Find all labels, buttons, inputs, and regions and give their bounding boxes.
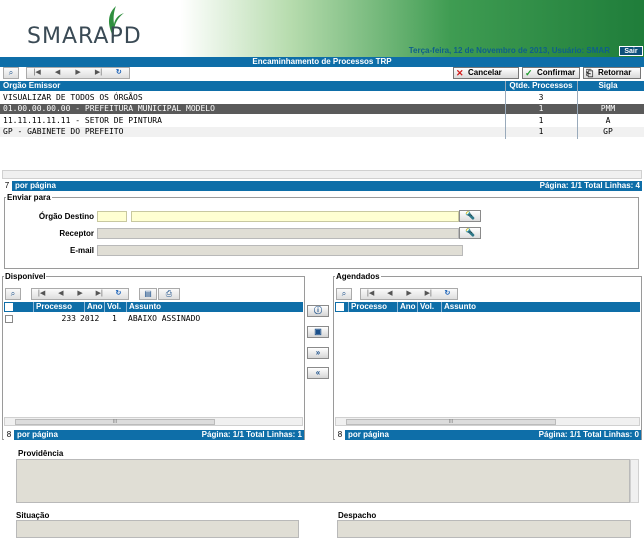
despacho-field[interactable]: [337, 520, 631, 538]
disponivel-legend: Disponível: [4, 272, 47, 281]
situacao-field[interactable]: [16, 520, 299, 538]
orgao-grid-pager: 7 por página Página: 1/1 Total Linhas: 4: [2, 181, 642, 191]
disponivel-grid-header: Processo Ano Vol. Assunto: [4, 302, 303, 312]
last-page-icon[interactable]: ▶|: [88, 68, 108, 78]
column-divider: [577, 81, 578, 139]
prev-page-icon[interactable]: ◀: [380, 289, 399, 299]
next-page-icon[interactable]: ▶: [68, 68, 88, 78]
orgao-destino-name-input[interactable]: [131, 211, 459, 222]
per-page-select[interactable]: 7: [2, 181, 12, 191]
providencia-vscrollbar[interactable]: [630, 459, 639, 503]
agendados-navigator: |◀ ◀ ▶ ▶| ↻: [360, 288, 458, 300]
prev-page-icon[interactable]: ◀: [51, 289, 70, 299]
disponivel-hscrollbar[interactable]: III: [4, 417, 303, 426]
table-row[interactable]: 11.11.11.11.11 - SETOR DE PINTURA 1 A: [0, 116, 644, 126]
per-page-select[interactable]: 8: [4, 430, 14, 440]
check-icon: ✓: [525, 68, 533, 78]
return-button[interactable]: ⎗ Retornar: [583, 67, 641, 79]
per-page-select[interactable]: 8: [335, 430, 345, 440]
select-all-checkbox[interactable]: [5, 303, 13, 311]
enviar-para-legend: Enviar para: [6, 193, 52, 202]
move-all-right-button[interactable]: »: [307, 347, 329, 359]
receptor-lookup-button[interactable]: 🔦: [459, 227, 481, 239]
table-row[interactable]: 233 2012 1 ABAIXO ASSINADO: [4, 314, 303, 324]
column-divider: [505, 81, 506, 139]
select-all-checkbox[interactable]: [336, 303, 344, 311]
double-chevron-right-icon: »: [315, 348, 321, 357]
despacho-label: Despacho: [338, 511, 377, 520]
binoculars-icon[interactable]: ⌕: [5, 288, 21, 300]
refresh-icon[interactable]: ↻: [438, 289, 457, 299]
flashlight-icon: 🔦: [465, 211, 475, 220]
refresh-icon[interactable]: ↻: [109, 289, 128, 299]
grid-navigator: |◀ ◀ ▶ ▶| ↻: [26, 67, 130, 79]
prev-page-icon[interactable]: ◀: [47, 68, 67, 78]
agendados-legend: Agendados: [335, 272, 381, 281]
pager-info: Página: 1/1 Total Linhas: 1: [201, 430, 302, 439]
orgao-destino-lookup-button[interactable]: 🔦: [459, 210, 481, 222]
refresh-icon[interactable]: ↻: [109, 68, 129, 78]
col-sigla[interactable]: Sigla: [578, 81, 638, 91]
last-page-icon[interactable]: ▶|: [419, 289, 438, 299]
binoculars-icon[interactable]: ⌕: [336, 288, 352, 300]
agendados-grid-header: Processo Ano Vol. Assunto: [335, 302, 640, 312]
double-chevron-left-icon: «: [315, 368, 321, 377]
agendados-fieldset: [333, 276, 642, 440]
first-page-icon[interactable]: |◀: [361, 289, 380, 299]
binoculars-icon[interactable]: ⌕: [3, 67, 19, 79]
col-orgao-emissor[interactable]: Orgão Emissor: [3, 81, 60, 91]
col-qtde-processos[interactable]: Qtde. Processos: [506, 81, 576, 91]
return-door-icon: ⎗: [586, 68, 594, 78]
disponivel-pager: 8 por página Página: 1/1 Total Linhas: 1: [4, 430, 304, 440]
pager-info: Página: 1/1 Total Linhas: 0: [538, 430, 639, 439]
disponivel-fieldset: [2, 276, 305, 440]
x-icon: ✕: [456, 68, 464, 78]
pager-info: Página: 1/1 Total Linhas: 4: [539, 181, 640, 190]
email-input[interactable]: [97, 245, 463, 256]
page-title: Encaminhamento de Processos TRP: [0, 57, 644, 67]
orgao-grid-header: Orgão Emissor Qtde. Processos Sigla: [0, 81, 644, 91]
add-selected-button[interactable]: ▣: [307, 326, 329, 338]
confirm-button[interactable]: ✓ Confirmar: [522, 67, 580, 79]
document-icon[interactable]: ▤: [139, 288, 157, 300]
agendados-pager: 8 por página Página: 1/1 Total Linhas: 0: [335, 430, 641, 440]
agendados-hscrollbar[interactable]: III: [335, 417, 640, 426]
move-all-left-button[interactable]: «: [307, 367, 329, 379]
first-page-icon[interactable]: |◀: [27, 68, 47, 78]
table-row-selected[interactable]: 01.00.00.00.00 - PREFEITURA MUNICIPAL MO…: [0, 104, 644, 114]
disponivel-navigator: |◀ ◀ ▶ ▶| ↻: [31, 288, 129, 300]
providencia-label: Providência: [18, 449, 64, 458]
first-page-icon[interactable]: |◀: [32, 289, 51, 299]
printer-icon[interactable]: ⎙: [158, 288, 180, 300]
receptor-input[interactable]: [97, 228, 459, 239]
logout-button[interactable]: Sair: [619, 46, 643, 56]
add-folder-icon: ▣: [314, 327, 322, 336]
providencia-textarea[interactable]: [16, 459, 630, 503]
last-page-icon[interactable]: ▶|: [90, 289, 109, 299]
table-row[interactable]: GP - GABINETE DO PREFEITO 1 GP: [0, 127, 644, 137]
next-page-icon[interactable]: ▶: [399, 289, 418, 299]
table-row[interactable]: VISUALIZAR DE TODOS OS ÓRGÃOS 3: [0, 93, 644, 103]
orgao-destino-code-input[interactable]: [97, 211, 127, 222]
situacao-label: Situação: [16, 511, 50, 520]
info-button[interactable]: ⓘ: [307, 305, 329, 317]
flashlight-icon: 🔦: [465, 228, 475, 237]
next-page-icon[interactable]: ▶: [70, 289, 89, 299]
session-info: Terça-feira, 12 de Novembro de 2013, Usu…: [408, 46, 610, 55]
orgao-grid-hscrollbar[interactable]: [2, 170, 642, 179]
info-icon: ⓘ: [314, 306, 322, 315]
cancel-button[interactable]: ✕ Cancelar: [453, 67, 519, 79]
row-checkbox[interactable]: [5, 315, 13, 323]
